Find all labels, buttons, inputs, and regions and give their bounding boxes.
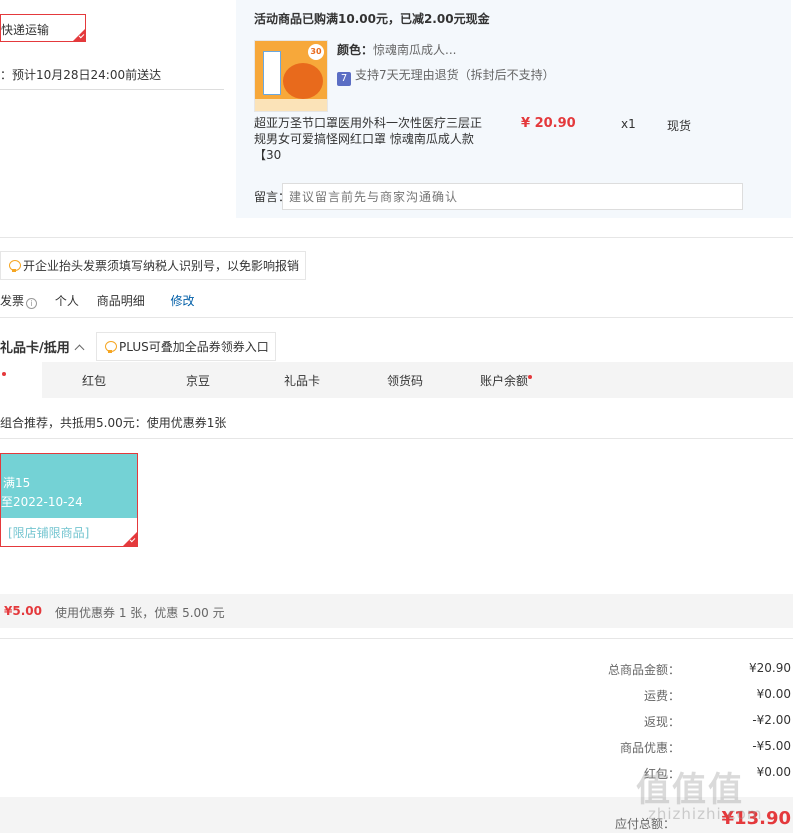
invoice-row: 发票 i 个人 商品明细 修改	[0, 292, 209, 309]
gift-section-toggle[interactable]: 礼品卡/抵用	[0, 337, 85, 356]
thumbnail-strip	[255, 99, 327, 111]
coupon-threshold: 满15	[3, 476, 31, 490]
remark-input[interactable]	[282, 183, 743, 210]
coupon-card[interactable]: 满15 至2022-10-24 [限店铺限商品]	[0, 453, 138, 547]
stock-status: 现货	[667, 119, 692, 133]
tab-red-packet[interactable]: 红包	[82, 372, 106, 389]
plus-coupon-entry[interactable]: PLUS可叠加全品券领券入口	[96, 332, 276, 361]
summary-value-product-discount: -¥5.00	[752, 739, 791, 753]
selected-check-icon	[73, 29, 85, 41]
coupon-expiry: 至2022-10-24	[1, 495, 83, 509]
invoice-tip: 开企业抬头发票须填写纳税人识别号，以免影响报销	[0, 251, 307, 280]
tab-red-dot	[2, 372, 6, 376]
site-watermark: 值值值	[636, 770, 744, 810]
shipping-method-label: 快递运输	[1, 23, 50, 37]
return-policy: 7 支持7天无理由退货（拆封后不支持）	[337, 66, 555, 86]
combo-recommendation: 组合推荐，共抵用5.00元：使用优惠券1张	[0, 416, 227, 430]
promo-text: 活动商品已购满10.00元，已减2.00元现金	[254, 12, 490, 26]
return-policy-text: 支持7天无理由退货（拆封后不支持）	[355, 68, 555, 82]
color-label: 颜色：	[337, 43, 374, 57]
divider	[0, 89, 224, 90]
pumpkin-graphic	[283, 63, 323, 99]
selected-check-icon	[123, 532, 137, 546]
tab-jd-beans[interactable]: 京豆	[186, 372, 210, 389]
coupon-scope: [限店铺限商品]	[8, 526, 90, 540]
lightbulb-icon	[105, 340, 117, 353]
divider	[0, 317, 793, 318]
invoice-edit-link[interactable]: 修改	[171, 294, 195, 308]
summary-value-cashback: -¥2.00	[752, 713, 791, 727]
invoice-content: 商品明细	[96, 294, 145, 308]
product-color: 颜色：惊魂南瓜成人...	[337, 41, 456, 58]
invoice-tip-text: 开企业抬头发票须填写纳税人识别号，以免影响报销	[23, 259, 300, 273]
color-value: 惊魂南瓜成人...	[373, 43, 457, 57]
product-quantity: x1	[621, 117, 636, 131]
summary-value-shipping: ¥0.00	[756, 687, 791, 701]
product-thumbnail[interactable]: 30	[254, 40, 328, 112]
tab-account-balance-label: 账户余额	[480, 374, 529, 388]
thumbnail-box-graphic	[263, 51, 281, 95]
return-7day-icon: 7	[337, 72, 351, 86]
coupon-header: 满15 至2022-10-24	[1, 454, 137, 518]
summary-label-product-discount: 商品优惠：	[619, 741, 680, 755]
discount-description: 使用优惠券 1 张，优惠 5.00 元	[55, 606, 225, 620]
site-watermark-url: zhizhizhi.com	[648, 805, 763, 823]
tab-account-balance[interactable]: 账户余额	[480, 372, 533, 389]
gift-section-title: 礼品卡/抵用	[0, 341, 70, 356]
shipping-method-option[interactable]: 快递运输	[0, 14, 86, 42]
divider	[0, 438, 793, 439]
discount-amount: ¥5.00	[4, 604, 42, 618]
tab-gift-card[interactable]: 礼品卡	[284, 372, 320, 389]
tab-redeem-code[interactable]: 领货码	[387, 372, 423, 389]
invoice-label: 发票 i	[0, 294, 38, 309]
invoice-label-text: 发票	[0, 294, 25, 308]
summary-label-shipping: 运费：	[643, 689, 680, 703]
tab-red-dot	[528, 375, 533, 379]
summary-label-goods-total: 总商品金额：	[607, 663, 680, 677]
divider	[0, 638, 793, 639]
chevron-up-icon	[74, 344, 85, 355]
invoice-type: 个人	[54, 294, 79, 308]
info-icon[interactable]: i	[26, 298, 38, 309]
tab-coupon-active[interactable]	[0, 362, 42, 398]
summary-value-goods-total: ¥20.90	[749, 661, 791, 675]
divider	[0, 237, 793, 238]
delivery-eta: ：预计10月28日24:00前送达	[0, 68, 162, 82]
summary-label-cashback: 返现：	[643, 715, 680, 729]
plus-coupon-text: PLUS可叠加全品券领券入口	[119, 340, 269, 354]
product-name-link[interactable]: 超亚万圣节口罩医用外科一次性医疗三层正规男女可爱搞怪网红口罩 惊魂南瓜成人款【3…	[254, 115, 484, 163]
product-price: ¥ 20.90	[521, 116, 576, 131]
lightbulb-icon	[9, 259, 21, 272]
thumbnail-badge: 30	[308, 44, 324, 60]
